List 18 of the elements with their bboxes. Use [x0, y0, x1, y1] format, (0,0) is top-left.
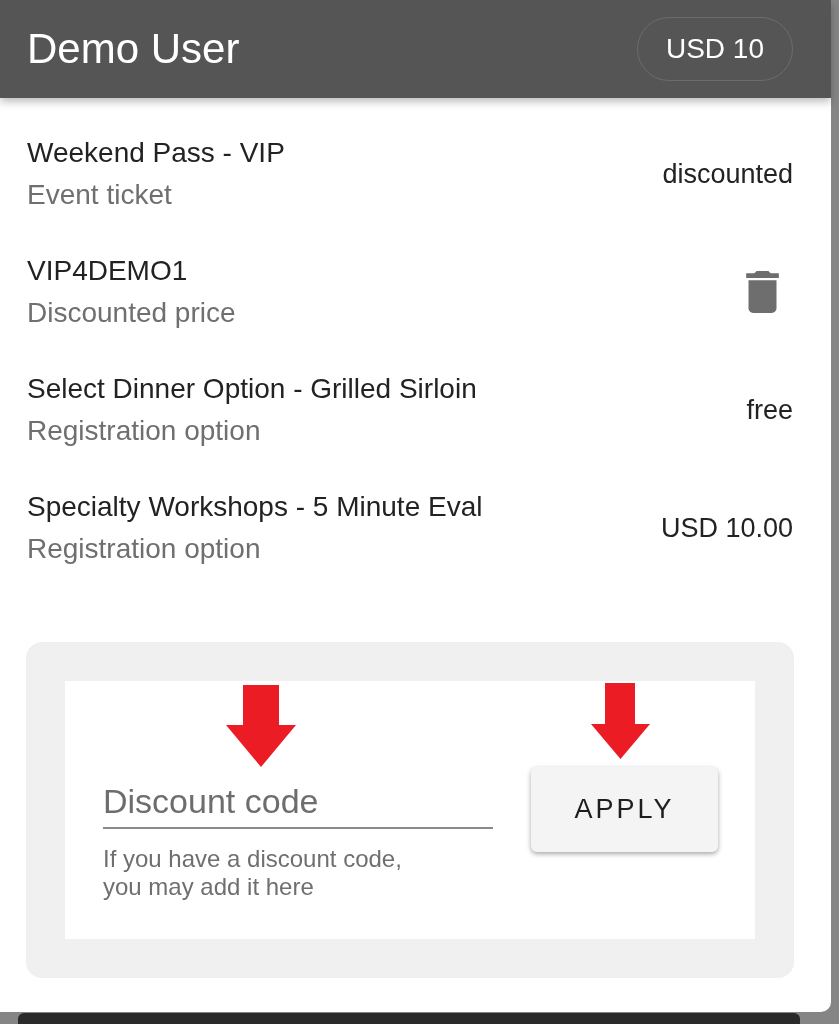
user-name: Demo User	[27, 25, 240, 73]
item-price: USD 10.00	[660, 512, 793, 545]
item-title: Select Dinner Option - Grilled Sirloin	[27, 372, 477, 406]
apply-button[interactable]: APPLY	[531, 767, 718, 852]
item-subtitle: Registration option	[27, 414, 262, 448]
item-subtitle: Registration option	[27, 532, 262, 566]
helper-text: If you have a discount code, you may add it here	[103, 845, 403, 901]
down-arrow-icon	[226, 685, 296, 767]
down-arrow-icon	[591, 683, 650, 759]
item-price: free	[746, 394, 793, 427]
item-title: VIP4DEMO1	[27, 254, 189, 288]
item-price: discounted	[662, 158, 793, 191]
item-subtitle: Event ticket	[27, 178, 173, 212]
item-title: Specialty Workshops - 5 Minute Eval	[27, 490, 483, 524]
trash-icon[interactable]	[746, 271, 779, 313]
item-subtitle: Discounted price	[27, 296, 236, 330]
item-title: Weekend Pass - VIP	[27, 136, 285, 170]
discount-code-field[interactable]: Discount code	[103, 767, 493, 829]
